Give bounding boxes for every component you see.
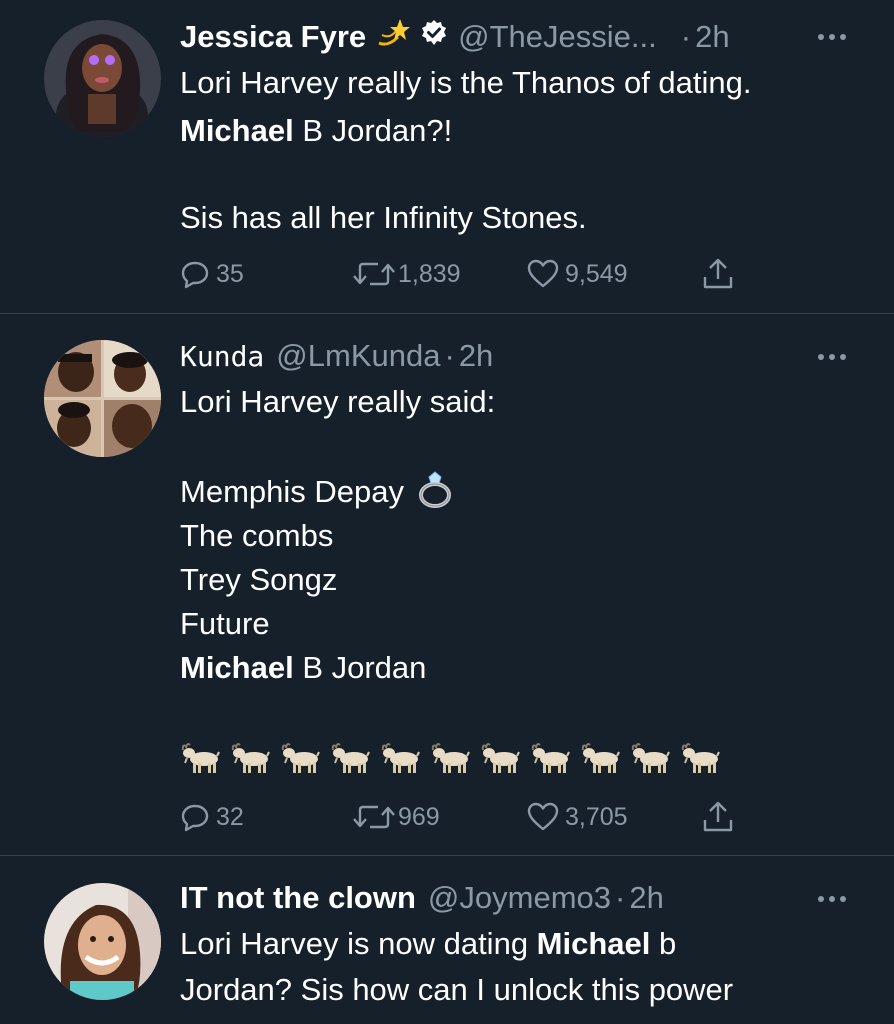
handle[interactable]: @LmKunda [276, 338, 440, 374]
avatar-kunda[interactable] [44, 340, 161, 457]
retweet-button[interactable]: 1,839 [352, 254, 461, 294]
retweet-count: 969 [398, 802, 440, 831]
share-button[interactable] [702, 254, 734, 294]
timestamp[interactable]: 2h [629, 880, 663, 916]
goat-emoji [531, 743, 570, 773]
reply-count: 32 [216, 802, 244, 831]
reply-icon [181, 804, 209, 832]
heart-icon [527, 259, 559, 288]
share-icon [703, 801, 733, 832]
goat-emoji-row [180, 742, 720, 776]
goat-emoji [181, 743, 220, 773]
retweet-icon [353, 805, 395, 829]
more-options-icon[interactable] [818, 894, 846, 904]
separator-dot: · [615, 880, 626, 915]
more-options-icon[interactable] [818, 352, 846, 362]
tweet-text-line: Trey Songz [180, 562, 338, 597]
separator-dot: · [444, 338, 455, 373]
reply-count: 35 [216, 259, 244, 288]
like-count: 3,705 [565, 802, 628, 831]
verified-badge-icon [420, 19, 448, 55]
tweet-text-line: Memphis Depay [180, 470, 453, 520]
goat-emoji [681, 743, 720, 773]
goat-emoji [631, 743, 670, 773]
tweet-text-line: Jordan? Sis how can I unlock this power [180, 972, 734, 1007]
goat-emoji [231, 743, 270, 773]
goat-emoji [381, 743, 420, 773]
share-icon [703, 258, 733, 289]
tweet-header: IT not the clown @Joymemo3 · 2h [180, 878, 664, 918]
like-count: 9,549 [565, 259, 628, 288]
handle[interactable]: @TheJessie... [458, 19, 657, 55]
tweet-text-line: Michael B Jordan [180, 650, 427, 685]
display-name[interactable]: Jessica Fyre [180, 19, 366, 55]
avatar-it-not-the-clown[interactable] [44, 883, 161, 1000]
display-name[interactable]: Kunda [180, 340, 264, 373]
retweet-button[interactable]: 969 [352, 797, 440, 837]
tweet-text-line: Lori Harvey really is the Thanos of dati… [180, 65, 752, 100]
tweet-3[interactable]: IT not the clown @Joymemo3 · 2h Lori Har… [0, 856, 894, 1024]
tweet-text-line: Sis has all her Infinity Stones. [180, 200, 587, 235]
tweet-header: Kunda @LmKunda · 2h [180, 336, 493, 376]
tweet-text-line: Lori Harvey really said: [180, 384, 496, 419]
tweet-header: Jessica Fyre @TheJessie... · 2h [180, 17, 730, 57]
dizzy-star-emoji [376, 17, 411, 57]
tweet-actions: 35 1,839 9,549 [180, 254, 740, 294]
heart-icon [527, 802, 559, 831]
tweet-text-line: Lori Harvey is now dating Michael b [180, 926, 677, 961]
reply-button[interactable]: 32 [180, 797, 244, 837]
tweet-actions: 32 969 3,705 [180, 797, 740, 837]
like-button[interactable]: 9,549 [527, 254, 628, 294]
tweet-text-line: Future [180, 606, 270, 641]
goat-emoji [431, 743, 470, 773]
goat-emoji [281, 743, 320, 773]
tweet-2[interactable]: Kunda @LmKunda · 2h Lori Harvey really s… [0, 314, 894, 854]
display-name[interactable]: IT not the clown [180, 880, 416, 916]
like-button[interactable]: 3,705 [527, 797, 628, 837]
more-options-icon[interactable] [818, 32, 846, 42]
tweet-text-line: Michael B Jordan?! [180, 113, 453, 148]
goat-emoji [581, 743, 620, 773]
reply-button[interactable]: 35 [180, 254, 244, 294]
reply-icon [181, 261, 209, 289]
retweet-icon [353, 262, 395, 286]
tweet-text-line: The combs [180, 518, 334, 553]
goat-emoji [331, 743, 370, 773]
timestamp[interactable]: 2h [459, 338, 493, 374]
handle[interactable]: @Joymemo3 [428, 880, 611, 916]
ring-emoji [417, 470, 453, 520]
retweet-count: 1,839 [398, 259, 461, 288]
avatar-jessica-fyre[interactable] [44, 20, 161, 137]
separator-dot: · [680, 19, 692, 54]
timestamp[interactable]: 2h [695, 19, 729, 55]
tweet-1[interactable]: Jessica Fyre @TheJessie... · 2h Lori Har… [0, 0, 894, 313]
goat-emoji [481, 743, 520, 773]
share-button[interactable] [702, 797, 734, 837]
